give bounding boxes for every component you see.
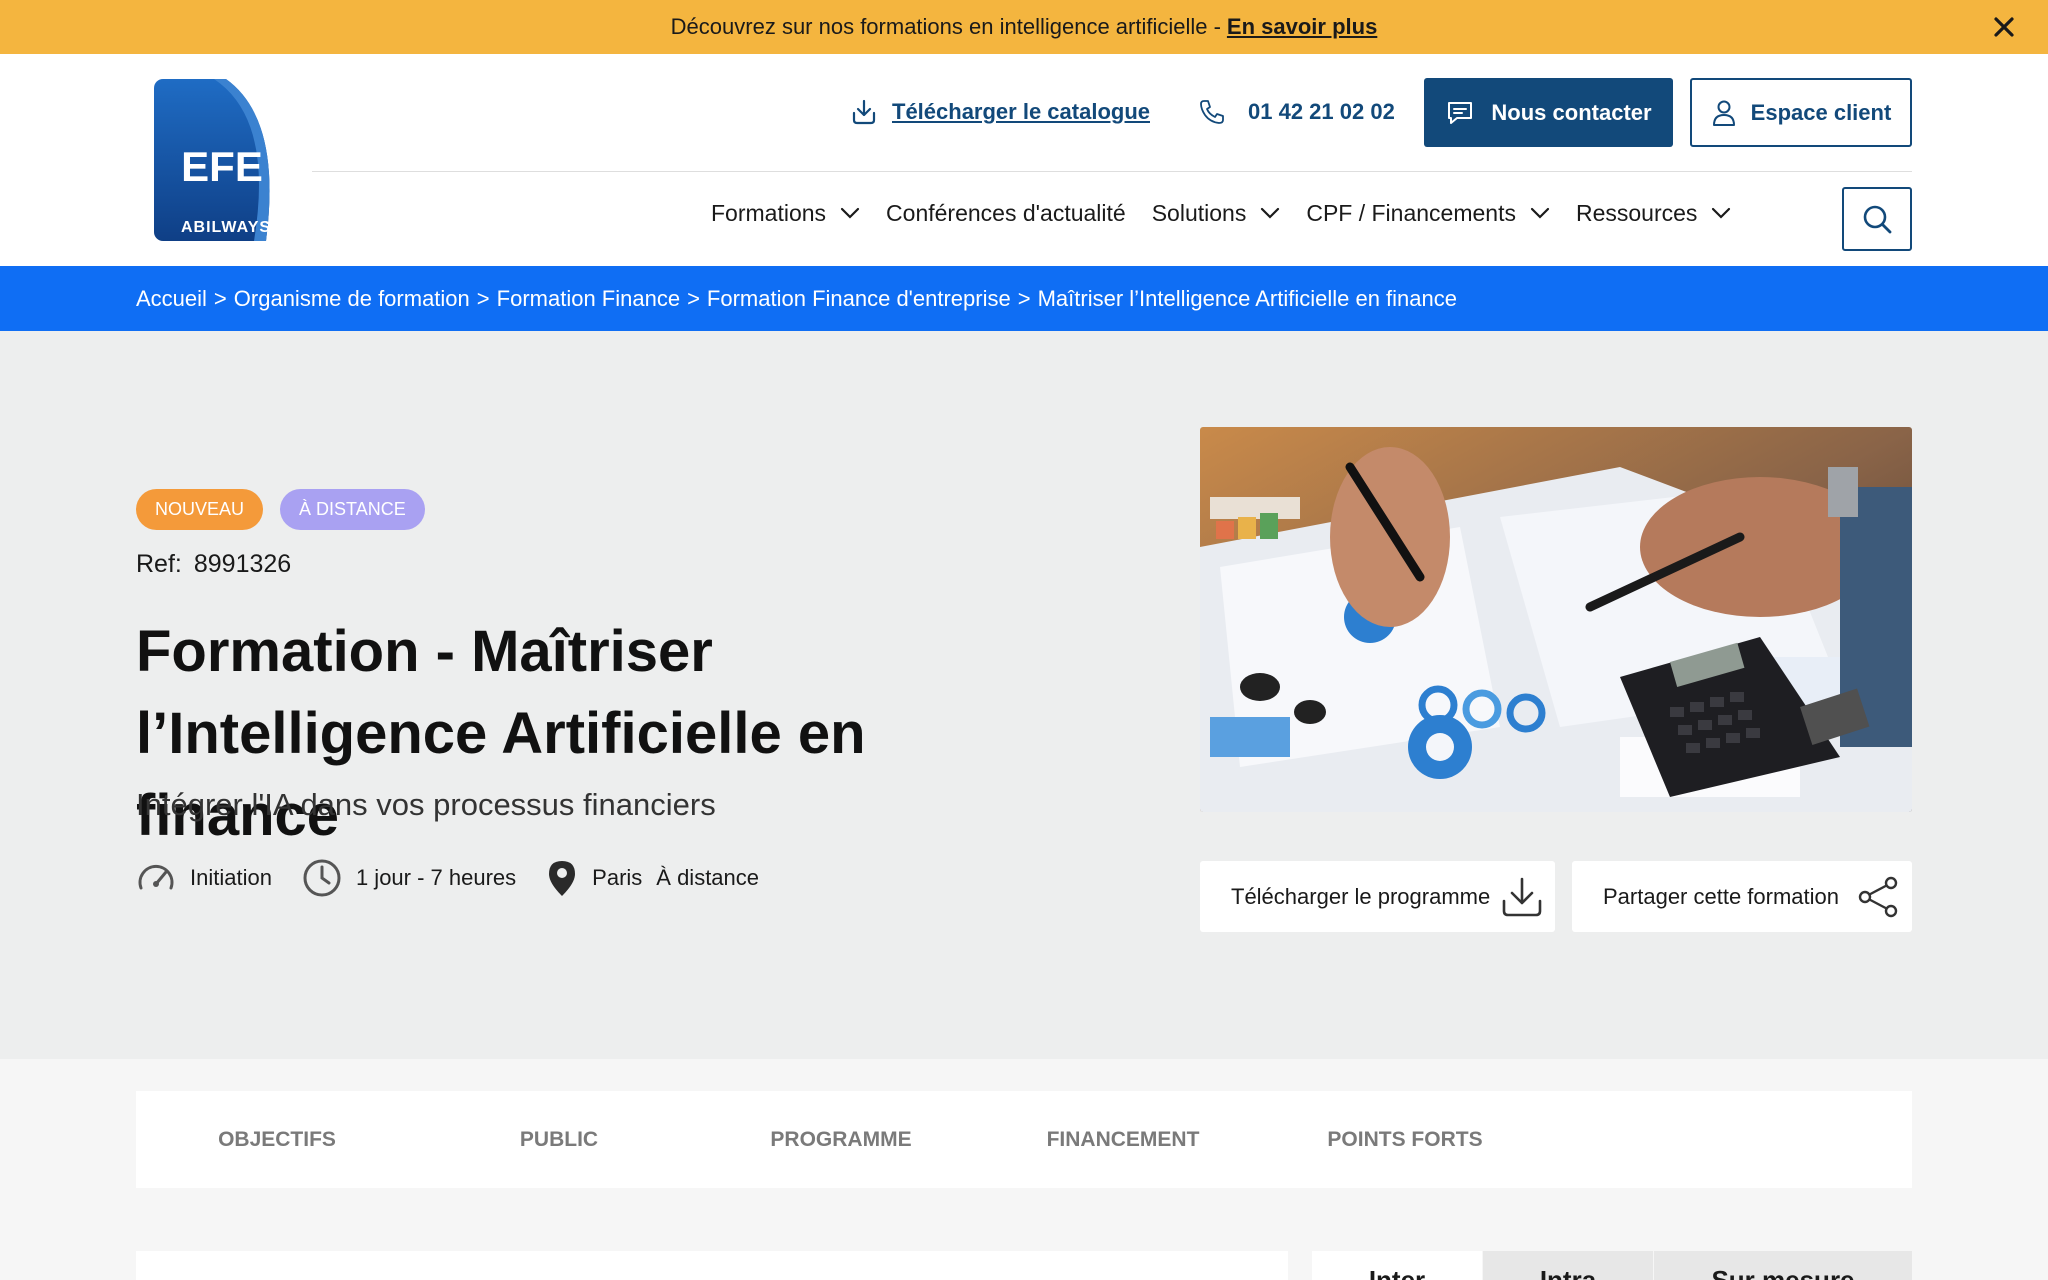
breadcrumb-item-current: Maîtriser l’Intelligence Artificielle en… [1037, 285, 1457, 311]
chevron-down-icon [840, 207, 860, 219]
pricing-tab-sur-mesure[interactable]: Sur mesure [1654, 1251, 1912, 1280]
efe-logo[interactable]: EFE ABILWAYS [154, 79, 296, 241]
meta-location-mode: À distance [656, 865, 760, 890]
breadcrumb-separator: > [476, 285, 490, 311]
course-meta: Initiation 1 jour - 7 heures Paris À dis… [136, 858, 789, 898]
chevron-down-icon [1712, 207, 1731, 219]
course-hero: NOUVEAU À DISTANCE Ref: 8991326 Formation… [0, 331, 2048, 1059]
phone-label[interactable]: 01 42 21 02 02 [1248, 99, 1395, 125]
pricing-tabs: Inter Intra Sur mesure [1312, 1251, 1912, 1280]
phone-icon [1200, 100, 1224, 124]
location-pin-icon [549, 861, 576, 896]
ref-value: 8991326 [193, 550, 292, 578]
nav-item-label: CPF / Financements [1306, 199, 1516, 226]
course-reference: Ref: 8991326 [136, 550, 291, 579]
nav-item-solutions[interactable]: Solutions [1152, 200, 1281, 227]
ref-label: Ref: [136, 550, 182, 578]
meta-duration: 1 jour - 7 heures [302, 858, 516, 898]
breadcrumb-item-finance[interactable]: Formation Finance [497, 286, 680, 312]
contact-button[interactable]: Nous contacter [1424, 78, 1673, 147]
share-course-button[interactable]: Partager cette formation [1572, 861, 1912, 932]
tab-financement[interactable]: FINANCEMENT [982, 1128, 1264, 1152]
badge-new: NOUVEAU [136, 489, 264, 530]
download-catalog-link[interactable]: Télécharger le catalogue [850, 78, 1150, 146]
badge-remote: À DISTANCE [280, 489, 425, 530]
header-divider [312, 171, 1912, 172]
nav-item-label: Solutions [1151, 199, 1247, 226]
meta-location-city: Paris [592, 865, 643, 890]
search-icon [1863, 205, 1892, 234]
nav-item-label: Formations [711, 199, 827, 226]
chevron-down-icon [1530, 207, 1550, 219]
breadcrumb-item-home[interactable]: Accueil [136, 286, 207, 312]
nav-item-ressources[interactable]: Ressources [1576, 200, 1731, 227]
chevron-down-icon [1261, 207, 1280, 219]
breadcrumb-separator: > [687, 285, 700, 311]
download-icon [1502, 877, 1542, 916]
nav-item-cpf-financements[interactable]: CPF / Financements [1306, 200, 1550, 227]
download-catalog-label[interactable]: Télécharger le catalogue [892, 99, 1150, 125]
phone-number[interactable]: 01 42 21 02 02 [1198, 78, 1395, 146]
chat-icon [1448, 101, 1473, 124]
main-nav: Formations Conférences d'actualité Solut… [711, 182, 1757, 244]
section-tabs: OBJECTIFS PUBLIC PROGRAMME FINANCEMENT P… [136, 1091, 1912, 1188]
client-space-label: Espace client [1750, 99, 1892, 125]
site-header: EFE ABILWAYS Télécharger le catalogue 01… [0, 54, 2048, 266]
download-program-label: Télécharger le programme [1231, 883, 1491, 909]
announcement-link[interactable]: En savoir plus [1227, 14, 1377, 40]
search-button[interactable] [1842, 187, 1912, 251]
tab-public[interactable]: PUBLIC [418, 1128, 700, 1152]
breadcrumb-item-finance-entreprise[interactable]: Formation Finance d'entreprise [707, 286, 1011, 312]
content-card [136, 1251, 1288, 1280]
share-course-label: Partager cette formation [1603, 883, 1840, 909]
clock-icon [303, 859, 341, 897]
nav-item-label: Ressources [1575, 199, 1698, 226]
logo-tagline: ABILWAYS [181, 219, 271, 236]
nav-item-formations[interactable]: Formations [711, 200, 860, 227]
tab-programme[interactable]: PROGRAMME [700, 1128, 982, 1152]
announcement-bar: Découvrez sur nos formations en intellig… [0, 0, 2048, 54]
breadcrumb: Accueil > Organisme de formation > Forma… [0, 266, 2048, 331]
tab-objectifs[interactable]: OBJECTIFS [136, 1128, 418, 1152]
nav-item-conferences[interactable]: Conférences d'actualité [886, 200, 1126, 227]
share-icon [1858, 876, 1898, 917]
pricing-tab-intra[interactable]: Intra [1483, 1251, 1653, 1280]
meta-location: Paris À distance [546, 859, 759, 897]
close-icon[interactable] [1990, 13, 2018, 41]
meta-duration-label: 1 jour - 7 heures [355, 865, 517, 890]
download-icon [852, 99, 876, 125]
gauge-icon [138, 865, 174, 890]
logo-text: EFE [181, 143, 263, 190]
download-program-button[interactable]: Télécharger le programme [1200, 861, 1555, 932]
user-icon [1712, 100, 1735, 126]
meta-level-label: Initiation [190, 865, 272, 890]
badge-group: NOUVEAU À DISTANCE [136, 489, 425, 530]
pricing-tab-inter[interactable]: Inter [1312, 1251, 1482, 1280]
meta-level: Initiation [136, 862, 272, 894]
breadcrumb-item-organisme[interactable]: Organisme de formation [234, 286, 470, 312]
course-hero-image [1200, 427, 1912, 812]
announcement-text: Découvrez sur nos formations en intellig… [670, 14, 1221, 39]
breadcrumb-separator: > [213, 285, 227, 311]
nav-item-label: Conférences d'actualité [886, 199, 1126, 226]
client-space-button[interactable]: Espace client [1690, 78, 1912, 147]
tab-points-forts[interactable]: POINTS FORTS [1264, 1128, 1546, 1152]
breadcrumb-separator: > [1017, 285, 1031, 311]
contact-button-label: Nous contacter [1491, 99, 1652, 125]
page-subtitle: Intégrer l'IA dans vos processus financi… [136, 787, 716, 822]
